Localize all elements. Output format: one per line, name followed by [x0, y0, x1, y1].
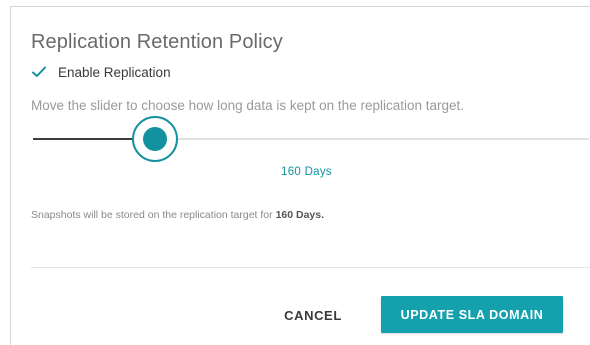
summary-value: 160 Days.: [275, 209, 325, 221]
slider-thumb[interactable]: [132, 116, 178, 162]
summary-prefix: Snapshots will be stored on the replicat…: [31, 209, 276, 221]
dialog-title: Replication Retention Policy: [31, 31, 283, 53]
checkmark-icon: [32, 66, 46, 77]
slider-thumb-core: [143, 127, 167, 151]
enable-replication-label: Enable Replication: [58, 64, 171, 80]
retention-summary: Snapshots will be stored on the replicat…: [31, 209, 324, 221]
retention-policy-dialog: Replication Retention Policy Enable Repl…: [10, 6, 590, 345]
slider-value-label: 160 Days: [281, 166, 332, 178]
footer-divider: [31, 267, 590, 268]
enable-replication-checkbox[interactable]: Enable Replication: [31, 62, 171, 82]
retention-slider[interactable]: [33, 109, 589, 171]
cancel-button[interactable]: CANCEL: [269, 297, 357, 333]
update-sla-domain-button[interactable]: UPDATE SLA DOMAIN: [381, 296, 563, 333]
